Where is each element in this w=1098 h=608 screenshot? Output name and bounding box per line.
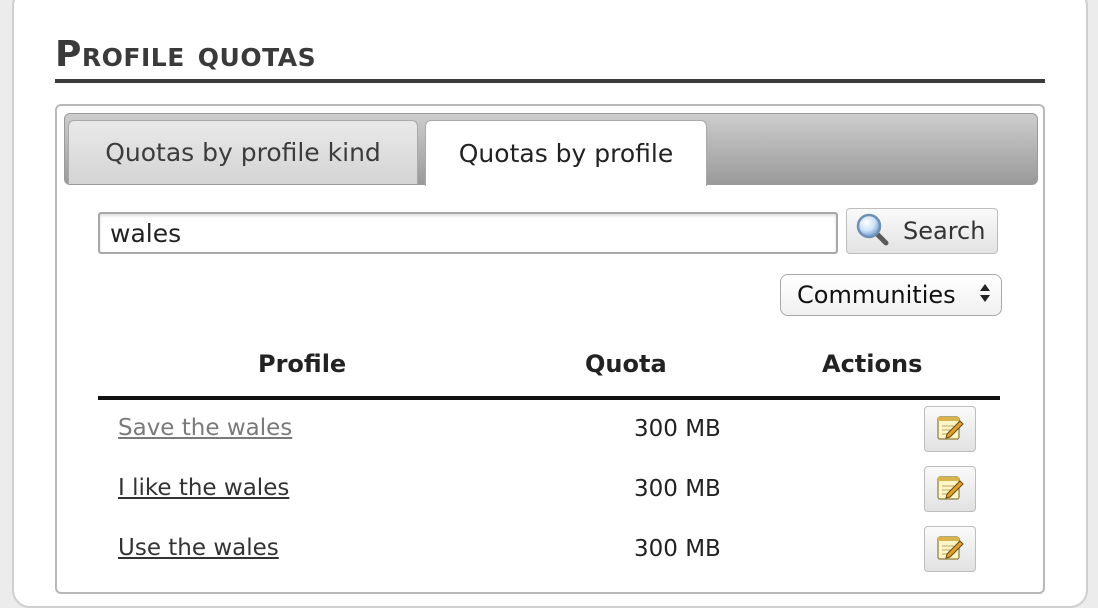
updown-arrows-icon [979, 282, 991, 308]
tab-quotas-by-profile-kind[interactable]: Quotas by profile kind [68, 120, 418, 184]
edit-button[interactable] [924, 526, 976, 572]
profile-link[interactable]: I like the wales [118, 475, 289, 501]
profile-link[interactable]: Use the wales [118, 535, 279, 561]
search-input[interactable] [98, 212, 838, 254]
column-header-quota: Quota [585, 350, 667, 378]
profile-type-select[interactable]: Communities [780, 274, 1002, 316]
search-button-label: Search [903, 217, 986, 245]
edit-icon [935, 532, 965, 566]
quota-value: 300 MB [634, 476, 721, 502]
edit-button[interactable] [924, 406, 976, 452]
magnifier-icon [855, 212, 889, 250]
page-title: Profile quotas [55, 34, 317, 75]
tab-quotas-by-profile[interactable]: Quotas by profile [425, 120, 707, 186]
edit-icon [935, 412, 965, 446]
profile-link[interactable]: Save the wales [118, 415, 292, 441]
quota-value: 300 MB [634, 416, 721, 442]
column-header-actions: Actions [822, 350, 923, 378]
search-button[interactable]: Search [846, 208, 998, 254]
table-header-divider [98, 396, 1000, 400]
select-value: Communities [797, 281, 956, 309]
column-header-profile: Profile [258, 350, 347, 378]
edit-button[interactable] [924, 466, 976, 512]
edit-icon [935, 472, 965, 506]
quota-value: 300 MB [634, 536, 721, 562]
title-divider [55, 79, 1045, 83]
